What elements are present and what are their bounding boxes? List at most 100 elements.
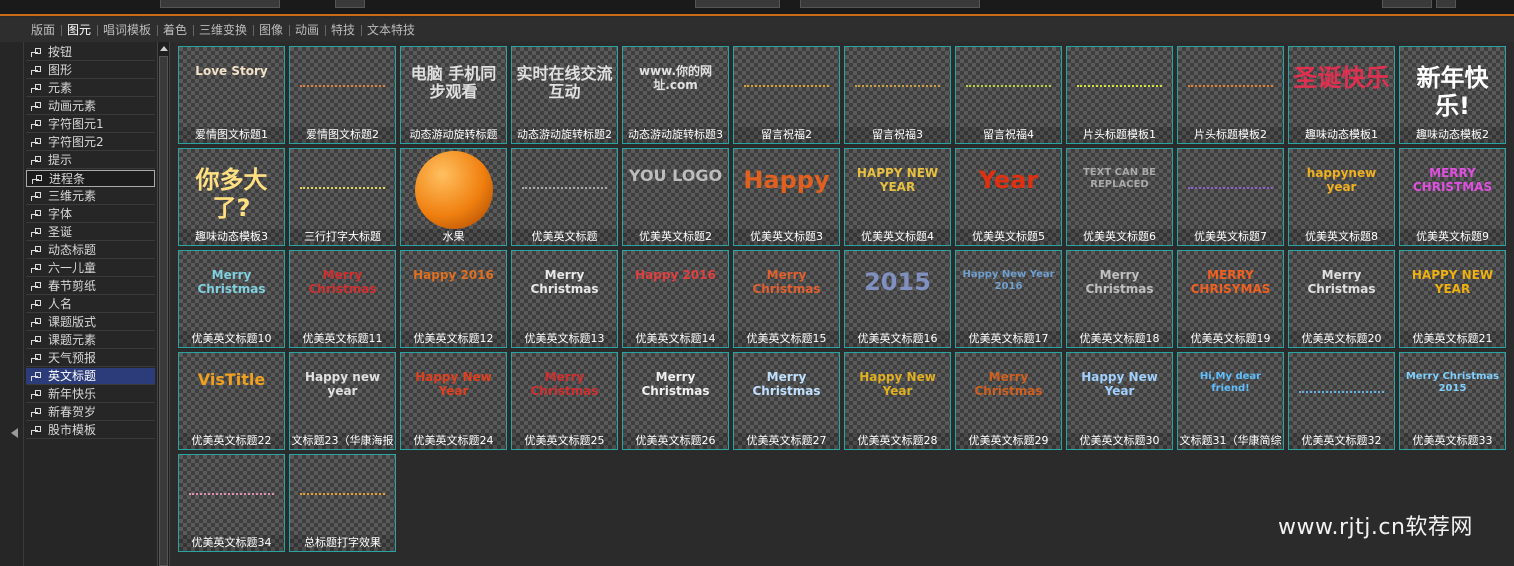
template-tile[interactable]: 圣诞快乐 趣味动态模板1 (1288, 46, 1395, 144)
tab-0[interactable]: 版面 (31, 18, 55, 42)
tab-2[interactable]: 唱词模板 (103, 18, 151, 42)
tree-item-12[interactable]: 六一儿童 (26, 260, 155, 277)
tree-item-14[interactable]: 人名 (26, 296, 155, 313)
template-tile[interactable]: Happy New Year 优美英文标题28 (844, 352, 951, 450)
tree-item-1[interactable]: 图形 (26, 62, 155, 79)
folder-node-icon (30, 425, 41, 435)
template-tile[interactable]: Merry Christmas 优美英文标题10 (178, 250, 285, 348)
template-tile[interactable]: 留言祝福3 (844, 46, 951, 144)
template-tile[interactable]: Merry Christmas 优美英文标题13 (511, 250, 618, 348)
template-tile[interactable]: Merry Christmas 2015 优美英文标题33 (1399, 352, 1506, 450)
tree-item-18[interactable]: 英文标题 (26, 368, 155, 385)
toolbar-button-group[interactable] (800, 0, 980, 8)
template-tile[interactable]: happynew year 优美英文标题8 (1288, 148, 1395, 246)
template-tile[interactable]: 片头标题模板2 (1177, 46, 1284, 144)
tree-item-9[interactable]: 字体 (26, 206, 155, 223)
tab-5[interactable]: 图像 (259, 18, 283, 42)
template-tile[interactable]: 电脑 手机同步观看 动态游动旋转标题 (400, 46, 507, 144)
scroll-up-icon[interactable] (160, 46, 168, 51)
template-caption: 优美英文标题15 (734, 331, 839, 347)
template-tile[interactable]: 优美英文标题34 (178, 454, 285, 552)
template-tile[interactable]: Merry Christmas 优美英文标题15 (733, 250, 840, 348)
template-tile[interactable]: YOU LOGO 优美英文标题2 (622, 148, 729, 246)
template-tile[interactable]: 片头标题模板1 (1066, 46, 1173, 144)
tab-7[interactable]: 特技 (331, 18, 355, 42)
template-tile[interactable]: Merry Christmas 优美英文标题29 (955, 352, 1062, 450)
template-tile[interactable]: TEXT CAN BE REPLACED 优美英文标题6 (1066, 148, 1173, 246)
template-tile[interactable]: Love Story 爱情图文标题1 (178, 46, 285, 144)
tree-item-3[interactable]: 动画元素 (26, 98, 155, 115)
tab-6[interactable]: 动画 (295, 18, 319, 42)
tree-item-8[interactable]: 三维元素 (26, 188, 155, 205)
template-tile[interactable]: MERRY CHRISYMAS 优美英文标题19 (1177, 250, 1284, 348)
template-tile[interactable]: Happy New Year 优美英文标题24 (400, 352, 507, 450)
template-tile[interactable]: Year 优美英文标题5 (955, 148, 1062, 246)
tree-item-17[interactable]: 天气预报 (26, 350, 155, 367)
toolbar-button[interactable] (695, 0, 780, 8)
tree-item-11[interactable]: 动态标题 (26, 242, 155, 259)
template-caption: 优美英文标题21 (1400, 331, 1505, 347)
tab-3[interactable]: 着色 (163, 18, 187, 42)
template-tile[interactable]: Merry Christmas 优美英文标题27 (733, 352, 840, 450)
tree-item-13[interactable]: 春节剪纸 (26, 278, 155, 295)
template-tile[interactable]: MERRY CHRISTMAS 优美英文标题9 (1399, 148, 1506, 246)
tab-8[interactable]: 文本特技 (367, 18, 415, 42)
tree-item-20[interactable]: 新春贺岁 (26, 404, 155, 421)
template-tile[interactable]: 三行打字大标题 (289, 148, 396, 246)
template-caption: 优美英文标题6 (1067, 229, 1172, 245)
template-tile[interactable]: 你多大了? 趣味动态模板3 (178, 148, 285, 246)
tree-item-6[interactable]: 提示 (26, 152, 155, 169)
template-tile[interactable]: Merry Christmas 优美英文标题18 (1066, 250, 1173, 348)
tree-item-16[interactable]: 课题元素 (26, 332, 155, 349)
template-tile[interactable]: 留言祝福2 (733, 46, 840, 144)
collapse-arrow-icon[interactable] (11, 428, 18, 438)
template-tile[interactable]: VisTitle 优美英文标题22 (178, 352, 285, 450)
toolbar-button[interactable] (1382, 0, 1432, 8)
template-tile[interactable]: Merry Christmas 优美英文标题25 (511, 352, 618, 450)
template-tile[interactable]: Happy 2016 优美英文标题12 (400, 250, 507, 348)
tree-item-7[interactable]: 进程条 (26, 170, 155, 187)
template-tile[interactable]: 优美英文标题7 (1177, 148, 1284, 246)
tree-item-0[interactable]: 按钮 (26, 44, 155, 61)
template-tile[interactable]: 总标题打字效果 (289, 454, 396, 552)
tab-1[interactable]: 图元 (67, 18, 91, 42)
template-preview: 实时在线交流互动 (512, 47, 617, 127)
toolbar-field[interactable] (160, 0, 280, 8)
template-tile[interactable]: 2015 优美英文标题16 (844, 250, 951, 348)
template-tile[interactable]: Happy 2016 优美英文标题14 (622, 250, 729, 348)
tree-item-4[interactable]: 字符图元1 (26, 116, 155, 133)
tree-item-19[interactable]: 新年快乐 (26, 386, 155, 403)
tab-4[interactable]: 三维变换 (199, 18, 247, 42)
template-tile[interactable]: HAPPY NEW YEAR 优美英文标题4 (844, 148, 951, 246)
tree-item-5[interactable]: 字符图元2 (26, 134, 155, 151)
toolbar-button[interactable] (1436, 0, 1456, 8)
template-preview: HAPPY NEW YEAR (845, 149, 950, 229)
template-tile[interactable]: 爱情图文标题2 (289, 46, 396, 144)
template-tile[interactable]: HAPPY NEW YEAR 优美英文标题21 (1399, 250, 1506, 348)
template-tile[interactable]: 新年快乐! 趣味动态模板2 (1399, 46, 1506, 144)
template-tile[interactable]: Hi,My dear friend! 文标题31（华康简综 (1177, 352, 1284, 450)
folder-node-icon (30, 317, 41, 327)
tree-item-21[interactable]: 股市模板 (26, 422, 155, 439)
template-tile[interactable]: Happy new year 文标题23（华康海报 (289, 352, 396, 450)
template-tile[interactable]: 优美英文标题 (511, 148, 618, 246)
toolbar-button[interactable] (335, 0, 365, 8)
template-tile[interactable]: Happy 优美英文标题3 (733, 148, 840, 246)
tree-scrollbar[interactable] (157, 42, 170, 566)
scroll-thumb[interactable] (159, 56, 168, 566)
template-tile[interactable]: Merry Christmas 优美英文标题20 (1288, 250, 1395, 348)
template-tile[interactable]: Merry Christmas 优美英文标题11 (289, 250, 396, 348)
template-tile[interactable]: 实时在线交流互动 动态游动旋转标题2 (511, 46, 618, 144)
template-tile[interactable]: Merry Christmas 优美英文标题26 (622, 352, 729, 450)
template-tile[interactable]: Happy New Year 2016 优美英文标题17 (955, 250, 1062, 348)
template-tile[interactable]: www.你的网址.com 动态游动旋转标题3 (622, 46, 729, 144)
preview-decoration (1077, 85, 1162, 90)
template-tile[interactable]: 水果 (400, 148, 507, 246)
template-caption: 优美英文标题9 (1400, 229, 1505, 245)
tree-item-10[interactable]: 圣诞 (26, 224, 155, 241)
tree-item-2[interactable]: 元素 (26, 80, 155, 97)
template-tile[interactable]: 优美英文标题32 (1288, 352, 1395, 450)
tree-item-15[interactable]: 课题版式 (26, 314, 155, 331)
template-tile[interactable]: Happy New Year 优美英文标题30 (1066, 352, 1173, 450)
template-tile[interactable]: 留言祝福4 (955, 46, 1062, 144)
